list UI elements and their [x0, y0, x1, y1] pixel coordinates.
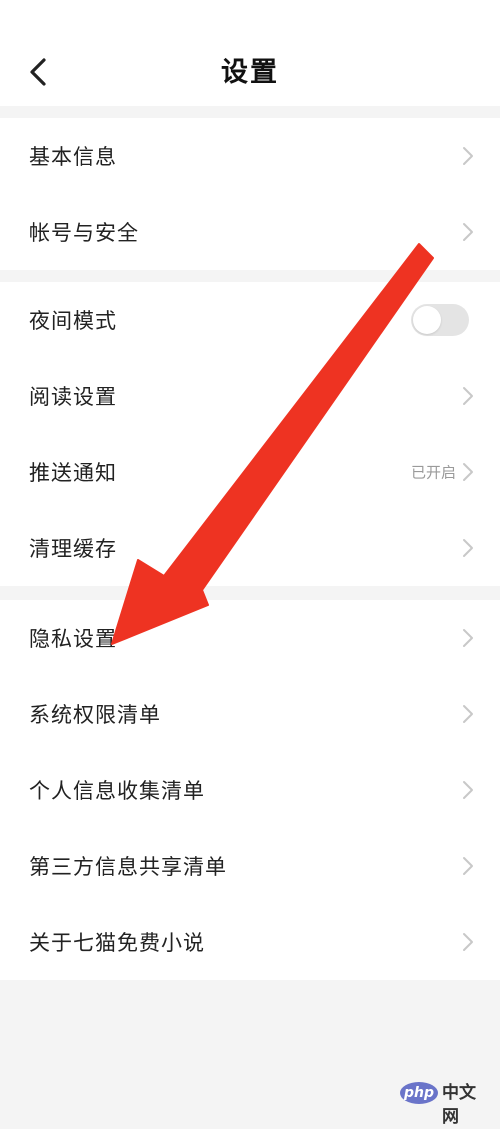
settings-item-label: 阅读设置 [29, 385, 117, 409]
chevron-right-icon [463, 539, 473, 557]
page-title: 设置 [221, 57, 279, 88]
settings-item-reading[interactable]: 阅读设置 [0, 358, 500, 434]
push-status-value: 已开启 [410, 463, 456, 482]
chevron-right-icon [463, 463, 473, 481]
settings-item-label: 隐私设置 [29, 627, 117, 651]
settings-item-account-security[interactable]: 帐号与安全 [0, 194, 500, 270]
navigation-bar: 设置 [0, 0, 500, 106]
watermark-text: 中文网 [442, 1083, 476, 1127]
settings-item-personal-info-collection[interactable]: 个人信息收集清单 [0, 752, 500, 828]
chevron-right-icon [463, 781, 473, 799]
settings-item-clear-cache[interactable]: 清理缓存 [0, 510, 500, 586]
settings-item-label: 关于七猫免费小说 [29, 931, 205, 955]
settings-item-about[interactable]: 关于七猫免费小说 [0, 904, 500, 980]
chevron-right-icon [463, 705, 473, 723]
settings-item-push-notifications[interactable]: 推送通知 已开启 [0, 434, 500, 510]
settings-item-label: 基本信息 [29, 145, 117, 169]
settings-item-privacy[interactable]: 隐私设置 [0, 600, 500, 676]
chevron-right-icon [463, 147, 473, 165]
chevron-right-icon [463, 387, 473, 405]
settings-item-label: 第三方信息共享清单 [29, 855, 227, 879]
settings-item-label: 系统权限清单 [29, 703, 161, 727]
toggle-knob [413, 306, 441, 334]
settings-item-label: 帐号与安全 [29, 221, 139, 245]
settings-group-account: 基本信息 帐号与安全 [0, 118, 500, 270]
settings-item-label: 个人信息收集清单 [29, 779, 205, 803]
chevron-right-icon [463, 223, 473, 241]
chevron-right-icon [463, 629, 473, 647]
settings-item-basic-info[interactable]: 基本信息 [0, 118, 500, 194]
watermark: php 中文网 [400, 1081, 492, 1127]
chevron-right-icon [463, 933, 473, 951]
settings-group-preferences: 夜间模式 阅读设置 推送通知 已开启 清理缓存 [0, 282, 500, 586]
settings-item-label: 推送通知 [29, 461, 117, 485]
settings-item-label: 夜间模式 [29, 309, 117, 333]
night-mode-toggle[interactable] [411, 304, 469, 336]
settings-item-third-party-sharing[interactable]: 第三方信息共享清单 [0, 828, 500, 904]
watermark-logo: php [400, 1082, 438, 1104]
settings-item-label: 清理缓存 [29, 537, 117, 561]
settings-item-night-mode: 夜间模式 [0, 282, 500, 358]
settings-item-system-permissions[interactable]: 系统权限清单 [0, 676, 500, 752]
settings-group-privacy: 隐私设置 系统权限清单 个人信息收集清单 第三方信息共享清单 关于七猫免费小说 [0, 600, 500, 980]
chevron-right-icon [463, 857, 473, 875]
